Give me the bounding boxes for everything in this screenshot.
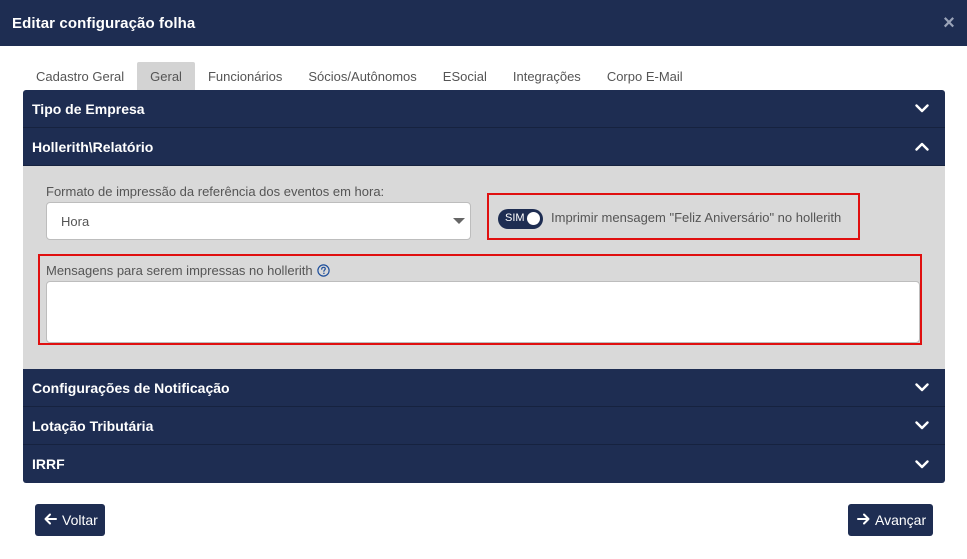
- messages-label-row: Mensagens para serem impressas no holler…: [46, 263, 330, 278]
- section-notificacao-header[interactable]: Configurações de Notificação: [23, 369, 945, 407]
- chevron-down-icon: [915, 459, 929, 469]
- toggle-state-text: SIM: [505, 212, 525, 224]
- section-hollerith-body: Formato de impressão da referência dos e…: [23, 166, 945, 369]
- section-title: Hollerith\Relatório: [32, 138, 154, 155]
- section-title: Configurações de Notificação: [32, 379, 230, 396]
- chevron-up-icon: [915, 142, 929, 152]
- birthday-message-toggle[interactable]: SIM: [498, 209, 543, 229]
- messages-label: Mensagens para serem impressas no holler…: [46, 263, 313, 278]
- toggle-knob: [527, 212, 540, 225]
- tab-corpo-email[interactable]: Corpo E-Mail: [594, 62, 696, 90]
- modal-title: Editar configuração folha: [12, 14, 196, 32]
- tab-socios-autonomos[interactable]: Sócios/Autônomos: [295, 62, 429, 90]
- settings-accordion: Tipo de Empresa Hollerith\Relatório Form…: [23, 90, 945, 483]
- tab-esocial[interactable]: ESocial: [430, 62, 500, 90]
- chevron-down-icon: [915, 421, 929, 431]
- next-button[interactable]: Avançar: [848, 504, 933, 536]
- back-button-label: Voltar: [62, 512, 98, 528]
- next-button-label: Avançar: [875, 512, 927, 528]
- section-title: Lotação Tributária: [32, 417, 154, 434]
- section-irrf-header[interactable]: IRRF: [23, 445, 945, 483]
- section-tipo-empresa-header[interactable]: Tipo de Empresa: [23, 90, 945, 128]
- chevron-down-icon: [915, 104, 929, 114]
- section-hollerith-header[interactable]: Hollerith\Relatório: [23, 128, 945, 166]
- tab-cadastro-geral[interactable]: Cadastro Geral: [23, 62, 137, 90]
- format-select-value: Hora: [61, 213, 90, 229]
- section-title: Tipo de Empresa: [32, 100, 145, 117]
- tab-integracoes[interactable]: Integrações: [500, 62, 594, 90]
- caret-down-icon: [453, 218, 465, 224]
- modal-header: Editar configuração folha ×: [0, 0, 967, 46]
- chevron-down-icon: [915, 383, 929, 393]
- help-icon[interactable]: [316, 264, 330, 277]
- birthday-message-label: Imprimir mensagem "Feliz Aniversário" no…: [551, 210, 842, 225]
- messages-textarea[interactable]: [46, 281, 920, 343]
- format-label: Formato de impressão da referência dos e…: [46, 184, 385, 199]
- arrow-left-icon: [44, 512, 57, 528]
- section-title: IRRF: [32, 456, 65, 472]
- close-icon[interactable]: ×: [941, 13, 957, 33]
- tab-bar: Cadastro Geral Geral Funcionários Sócios…: [23, 62, 696, 90]
- tab-funcionarios[interactable]: Funcionários: [195, 62, 295, 90]
- tab-geral[interactable]: Geral: [137, 62, 195, 90]
- back-button[interactable]: Voltar: [35, 504, 105, 536]
- format-select[interactable]: Hora: [46, 202, 471, 240]
- section-lotacao-header[interactable]: Lotação Tributária: [23, 407, 945, 445]
- arrow-right-icon: [857, 512, 870, 528]
